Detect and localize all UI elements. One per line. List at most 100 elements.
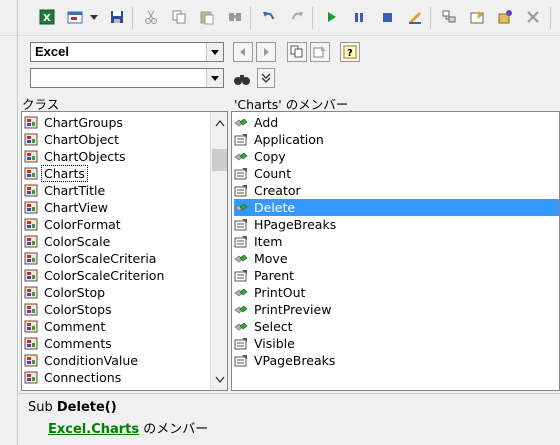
- class-item-label: ColorScale: [44, 234, 111, 249]
- class-item[interactable]: Comments: [24, 335, 114, 352]
- scroll-up-icon[interactable]: [211, 114, 227, 131]
- class-item[interactable]: Charts: [24, 165, 88, 182]
- member-item[interactable]: Copy: [234, 148, 559, 165]
- member-item-label: VPageBreaks: [254, 353, 336, 368]
- class-item[interactable]: ColorScaleCriterion: [24, 267, 166, 284]
- class-item-label: Comments: [44, 336, 112, 351]
- help-button[interactable]: ?: [340, 42, 360, 62]
- class-list-scrollbar[interactable]: [210, 112, 227, 390]
- class-item-label: ConditionValue: [44, 353, 138, 368]
- class-module-icon: [24, 201, 38, 214]
- member-item-label: Delete: [254, 200, 296, 215]
- forward-button[interactable]: [256, 42, 276, 62]
- toolbar-separator: [132, 7, 133, 29]
- binoculars-icon[interactable]: [233, 70, 251, 88]
- class-item[interactable]: ChartTitle: [24, 182, 107, 199]
- member-item[interactable]: Visible: [234, 335, 559, 352]
- excel-icon[interactable]: X: [38, 8, 56, 26]
- project-explorer-icon[interactable]: [440, 8, 458, 26]
- class-item[interactable]: ChartObjects: [24, 148, 128, 165]
- class-item[interactable]: ColorStops: [24, 301, 114, 318]
- library-combo-value: Excel: [35, 44, 69, 59]
- undo-icon[interactable]: [260, 8, 278, 26]
- redo-icon[interactable]: [288, 8, 306, 26]
- show-search-results-button[interactable]: [257, 68, 275, 88]
- class-item[interactable]: ColorFormat: [24, 216, 123, 233]
- scrollbar-thumb[interactable]: [212, 149, 227, 171]
- member-item[interactable]: VPageBreaks: [234, 352, 559, 369]
- run-icon[interactable]: [322, 8, 340, 26]
- class-module-icon: [24, 269, 38, 282]
- class-link[interactable]: Charts: [91, 422, 139, 437]
- copy-to-clipboard-button[interactable]: [287, 42, 307, 62]
- member-item[interactable]: Creator: [234, 182, 559, 199]
- class-item[interactable]: ColorScaleCriteria: [24, 250, 158, 267]
- classes-header: クラス: [22, 97, 60, 112]
- class-list[interactable]: ChartGroups ChartObject ChartObjects Charts…: [21, 111, 228, 391]
- class-item[interactable]: ColorScale: [24, 233, 112, 250]
- left-window-edge: [0, 36, 18, 445]
- member-item[interactable]: Parent: [234, 267, 559, 284]
- stop-icon[interactable]: [378, 8, 396, 26]
- class-item-label: ChartTitle: [44, 183, 106, 198]
- member-item[interactable]: HPageBreaks: [234, 216, 559, 233]
- method-icon: [234, 150, 248, 163]
- copy-icon[interactable]: [170, 8, 188, 26]
- scroll-down-icon[interactable]: [211, 371, 227, 388]
- property-icon: [234, 184, 248, 197]
- view-definition-button[interactable]: [310, 42, 330, 62]
- properties-icon[interactable]: [468, 8, 486, 26]
- save-icon[interactable]: [108, 8, 126, 26]
- library-combo[interactable]: Excel: [30, 42, 224, 62]
- class-item[interactable]: ChartGroups: [24, 114, 125, 131]
- class-item[interactable]: ChartView: [24, 199, 110, 216]
- class-item-label: ColorScaleCriterion: [44, 268, 165, 283]
- library-link[interactable]: Excel: [48, 422, 86, 437]
- toolbox-icon[interactable]: [524, 8, 542, 26]
- method-icon: [234, 201, 248, 214]
- design-mode-icon[interactable]: [406, 8, 424, 26]
- members-header: 'Charts' のメンバー: [234, 97, 349, 112]
- class-item-label: ChartGroups: [44, 115, 123, 130]
- find-icon[interactable]: [226, 8, 244, 26]
- member-of-line: Excel.Charts のメンバー: [48, 418, 208, 437]
- search-text-combo[interactable]: [30, 68, 224, 88]
- member-item[interactable]: Delete: [234, 199, 559, 216]
- property-icon: [234, 354, 248, 367]
- back-button[interactable]: [233, 42, 253, 62]
- svg-text:?: ?: [347, 48, 353, 59]
- toolbar-left-frame: [0, 0, 18, 36]
- class-item[interactable]: Connections: [24, 369, 123, 386]
- class-module-icon: [24, 371, 38, 384]
- class-item[interactable]: ChartObject: [24, 131, 121, 148]
- member-item[interactable]: Item: [234, 233, 559, 250]
- class-module-icon: [24, 218, 38, 231]
- member-of-suffix: のメンバー: [139, 422, 209, 437]
- member-item[interactable]: Count: [234, 165, 559, 182]
- member-item[interactable]: Select: [234, 318, 559, 335]
- class-module-icon: [24, 354, 38, 367]
- method-icon: [234, 320, 248, 333]
- member-item[interactable]: PrintPreview: [234, 301, 559, 318]
- member-item[interactable]: Move: [234, 250, 559, 267]
- class-item[interactable]: Comment: [24, 318, 107, 335]
- property-icon: [234, 269, 248, 282]
- class-item-label: ChartView: [44, 200, 109, 215]
- class-item-label: Comment: [44, 319, 106, 334]
- paste-icon[interactable]: [198, 8, 216, 26]
- member-item[interactable]: Add: [234, 114, 559, 131]
- cut-icon[interactable]: [142, 8, 160, 26]
- class-item[interactable]: ColorStop: [24, 284, 107, 301]
- member-item[interactable]: PrintOut: [234, 284, 559, 301]
- member-list[interactable]: Add Application Copy Count Creator Delete HPag…: [231, 111, 560, 391]
- class-item[interactable]: ConditionValue: [24, 352, 140, 369]
- object-browser-icon[interactable]: [496, 8, 514, 26]
- form-icon[interactable]: [66, 8, 84, 26]
- chevron-down-icon[interactable]: [206, 69, 223, 87]
- member-item-label: Application: [254, 132, 324, 147]
- dropdown-arrow-icon[interactable]: [88, 8, 100, 26]
- member-item-label: PrintOut: [254, 285, 306, 300]
- pause-icon[interactable]: [350, 8, 368, 26]
- member-item[interactable]: Application: [234, 131, 559, 148]
- chevron-down-icon[interactable]: [206, 43, 223, 61]
